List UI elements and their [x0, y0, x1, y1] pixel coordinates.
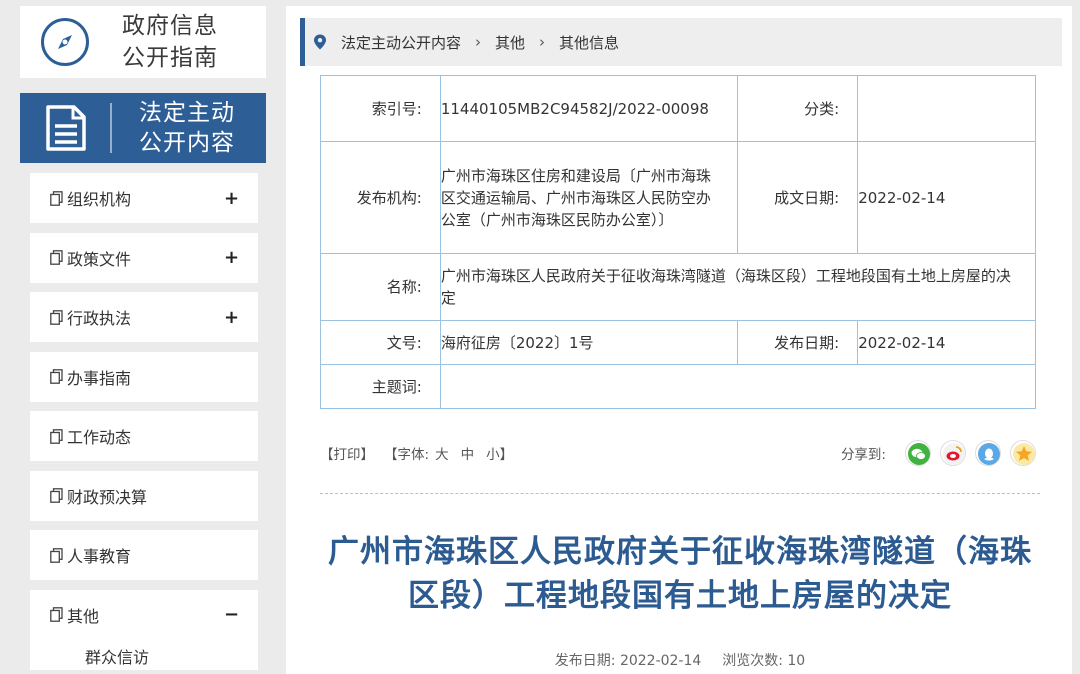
sidebar-item-policy[interactable]: 政策文件 + [30, 232, 258, 283]
sidebar-subitem-petitions[interactable]: 群众信访 [30, 639, 258, 670]
document-meta-table: 索引号: 11440105MB2C94582J/2022-00098 分类: 发… [320, 75, 1037, 409]
guide-banner[interactable]: 政府信息 公开指南 [20, 6, 266, 78]
compass-icon [41, 18, 89, 66]
meta-value-publisher: 广州市海珠区住房和建设局〔广州市海珠区交通运输局、广州市海珠区人民防空办公室（广… [439, 141, 739, 254]
file-icon [50, 488, 63, 503]
sidebar-item-enforcement[interactable]: 行政执法 + [30, 292, 258, 342]
article-title-line1: 广州市海珠区人民政府关于征收海珠湾隧道（海珠 [328, 534, 1032, 570]
file-icon [50, 369, 63, 384]
print-link[interactable]: 【打印】 [320, 443, 374, 463]
article-date: 2022-02-14 [619, 653, 702, 669]
meta-label-created: 成文日期: [737, 141, 859, 254]
sidebar-item-organization[interactable]: 组织机构 + [30, 173, 258, 223]
dashed-divider [320, 493, 1040, 494]
font-small-button[interactable]: 小 [486, 443, 500, 463]
meta-label-docno: 文号: [320, 320, 441, 365]
article-title: 广州市海珠区人民政府关于征收海珠湾隧道（海珠 区段）工程地段国有土地上房屋的决定 [310, 530, 1050, 618]
location-pin-icon [313, 34, 327, 50]
article-views: 10 [787, 653, 806, 669]
article-views-label: 浏览次数: [722, 653, 783, 669]
expand-icon[interactable]: + [224, 247, 239, 268]
collapse-icon[interactable]: − [224, 604, 239, 625]
wechat-icon[interactable] [905, 440, 931, 466]
legal-content-title: 法定主动 公开内容 [128, 98, 246, 158]
chevron-right-icon: › [475, 33, 482, 51]
file-icon [50, 309, 63, 325]
file-icon [50, 607, 63, 622]
weibo-icon[interactable] [940, 440, 966, 466]
sidebar-item-label: 其他 [67, 606, 100, 626]
file-icon [50, 428, 63, 444]
expand-icon[interactable]: + [224, 188, 239, 209]
share-label: 分享到: [840, 447, 886, 463]
font-large-button[interactable]: 大 [435, 443, 449, 463]
meta-value-docno: 海府征房〔2022〕1号 [439, 320, 739, 365]
font-size-suffix: 】 [499, 447, 514, 463]
meta-value-created: 2022-02-14 [857, 141, 1036, 254]
chevron-right-icon: › [539, 33, 546, 51]
legal-content-banner[interactable]: 法定主动 公开内容 [20, 93, 266, 163]
breadcrumb-item-other-info[interactable]: 其他信息 [559, 32, 619, 53]
meta-label-category: 分类: [737, 75, 859, 142]
article-title-line2: 区段）工程地段国有土地上房屋的决定 [408, 578, 952, 614]
meta-label-index: 索引号: [320, 75, 441, 142]
qq-icon[interactable] [975, 440, 1001, 466]
font-size-prefix: 【字体: [384, 447, 430, 463]
legal-title-line1: 法定主动 [139, 100, 235, 126]
sidebar-item-label: 工作动态 [67, 428, 132, 447]
legal-title-line2: 公开内容 [139, 130, 235, 156]
sidebar-item-personnel[interactable]: 人事教育 [30, 530, 258, 580]
main-content: 法定主动公开内容 › 其他 › 其他信息 索引号: 11440105MB2C94… [286, 6, 1072, 674]
meta-value-subject [439, 364, 1037, 409]
meta-value-name: 广州市海珠区人民政府关于征收海珠湾隧道（海珠区段）工程地段国有土地上房屋的决定 [439, 253, 1037, 321]
guide-title-line1: 政府信息 [122, 13, 218, 39]
file-icon [50, 250, 63, 265]
meta-label-publisher: 发布机构: [320, 141, 441, 254]
document-icon [44, 104, 88, 152]
meta-value-pubdate: 2022-02-14 [857, 320, 1036, 365]
sidebar-nav: 组织机构 + 政策文件 + 行政执法 + 办事指南 工作动态 财政预决算 人事教… [30, 173, 258, 670]
breadcrumb-item-other[interactable]: 其他 [495, 32, 525, 53]
article-meta: 发布日期: 2022-02-14 浏览次数: 10 [310, 650, 1050, 670]
breadcrumb: 法定主动公开内容 › 其他 › 其他信息 [300, 18, 1062, 66]
guide-title-line2: 公开指南 [122, 45, 218, 71]
sidebar-item-other[interactable]: 其他 − [30, 589, 258, 640]
file-icon [50, 547, 63, 563]
breadcrumb-item-legal[interactable]: 法定主动公开内容 [341, 32, 461, 53]
sidebar-item-service-guide[interactable]: 办事指南 [30, 351, 258, 402]
font-medium-button[interactable]: 中 [461, 443, 475, 463]
sidebar-item-label: 人事教育 [67, 547, 132, 566]
meta-value-category [857, 75, 1036, 142]
qzone-icon[interactable] [1010, 440, 1036, 466]
sidebar-item-budget[interactable]: 财政预决算 [30, 470, 258, 521]
meta-label-pubdate: 发布日期: [737, 320, 859, 365]
sidebar-item-work-news[interactable]: 工作动态 [30, 411, 258, 461]
sidebar-item-label: 办事指南 [67, 368, 132, 388]
article-toolbar: 【打印】 【字体: 大 中 小 】 分享到: [320, 439, 1036, 467]
sidebar-item-label: 政策文件 [67, 249, 132, 269]
meta-label-subject: 主题词: [320, 364, 441, 409]
meta-label-name: 名称: [320, 253, 441, 321]
file-icon [50, 190, 63, 206]
sidebar-item-label: 行政执法 [67, 309, 132, 328]
article-date-label: 发布日期: [554, 653, 616, 669]
banner-divider [110, 103, 112, 153]
sidebar-item-label: 组织机构 [67, 190, 132, 209]
meta-value-index: 11440105MB2C94582J/2022-00098 [439, 75, 739, 142]
guide-title: 政府信息 公开指南 [115, 10, 225, 74]
sidebar-item-label: 财政预决算 [67, 487, 148, 507]
expand-icon[interactable]: + [224, 307, 239, 328]
